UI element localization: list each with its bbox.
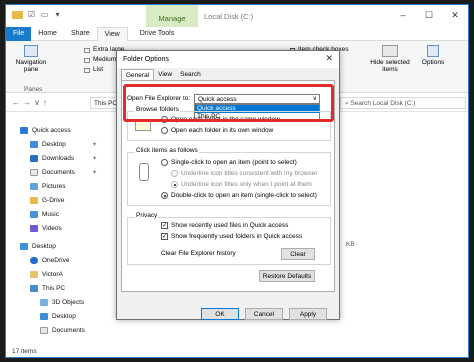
tab-home[interactable]: Home xyxy=(31,27,64,41)
cancel-button[interactable]: Cancel xyxy=(245,308,283,320)
nav-documents[interactable]: Documents xyxy=(30,169,75,176)
tab-file[interactable]: File xyxy=(6,27,32,41)
user-icon xyxy=(30,271,38,278)
document-icon xyxy=(40,327,48,334)
star-icon xyxy=(20,127,28,134)
quick-access-toolbar: ☑ ▭ ▾ xyxy=(12,10,62,19)
nav-videos[interactable]: Videos xyxy=(30,225,62,232)
privacy-label: Privacy xyxy=(135,212,159,219)
navigation-pane-icon xyxy=(24,45,38,57)
checkbox-icon: ✓ xyxy=(161,233,168,240)
nav-3d-objects[interactable]: 3D Objects xyxy=(40,299,84,306)
clear-button[interactable]: Clear xyxy=(281,248,315,260)
nav-pictures[interactable]: Pictures xyxy=(30,183,65,190)
hide-selected-items-button[interactable]: Hide selected items xyxy=(368,45,412,73)
nav-quick-access[interactable]: Quick access xyxy=(20,127,71,134)
navigation-pane-button[interactable]: Navigation pane xyxy=(14,45,48,73)
music-icon xyxy=(30,211,38,218)
navigation-pane: Quick access Desktop ✦ Downloads ✦ Docum… xyxy=(6,115,121,343)
ok-button[interactable]: OK xyxy=(201,308,239,320)
tab-view[interactable]: View xyxy=(96,27,128,41)
nav-desktop[interactable]: Desktop xyxy=(30,141,66,148)
cube-icon xyxy=(40,299,48,306)
desktop-icon xyxy=(30,141,38,148)
hide-icon xyxy=(382,45,398,57)
cursor-icon xyxy=(139,163,149,181)
nav-downloads[interactable]: Downloads xyxy=(30,155,74,162)
pictures-icon xyxy=(30,183,38,190)
ribbon-tabs: File Home Share View Drive Tools xyxy=(6,27,468,41)
nav-this-pc[interactable]: This PC xyxy=(30,285,65,292)
layout-icon xyxy=(84,47,90,53)
radio-icon xyxy=(161,192,168,199)
folder-icon xyxy=(30,197,38,204)
status-bar-count: 17 items xyxy=(12,348,37,355)
tab-share[interactable]: Share xyxy=(64,27,97,41)
desktop-icon xyxy=(40,313,48,320)
close-icon[interactable]: ✕ xyxy=(442,5,468,25)
download-icon xyxy=(30,155,38,162)
radio-icon xyxy=(161,127,168,134)
underline-point-option[interactable]: Underline icon titles only when I point … xyxy=(171,181,312,188)
close-icon[interactable]: ✕ xyxy=(325,53,333,64)
computer-icon xyxy=(30,285,38,292)
window-controls: – ☐ ✕ xyxy=(390,5,468,25)
frequent-folders-checkbox[interactable]: ✓ Show frequently used folders in Quick a… xyxy=(161,233,302,240)
radio-icon xyxy=(171,170,178,177)
double-click-option[interactable]: Double-click to open an item (single-cli… xyxy=(161,192,317,199)
maximize-icon[interactable]: ☐ xyxy=(416,5,442,25)
nav-desktop-pc[interactable]: Desktop xyxy=(40,313,76,320)
nav-music[interactable]: Music xyxy=(30,211,59,218)
window-title: Local Disk (C:) xyxy=(204,12,254,21)
nav-g-drive[interactable]: G-Drive xyxy=(30,197,64,204)
radio-icon xyxy=(161,159,168,166)
desktop-icon xyxy=(20,243,28,250)
document-icon xyxy=(30,169,38,176)
options-button[interactable]: Options xyxy=(418,45,448,66)
single-click-option[interactable]: Single-click to open an item (point to s… xyxy=(161,159,297,166)
dialog-title: Folder Options xyxy=(117,51,339,68)
radio-icon xyxy=(171,181,178,188)
layout-icon xyxy=(84,67,90,73)
manage-tab[interactable]: Manage xyxy=(146,5,198,27)
video-icon xyxy=(30,225,38,232)
pin-icon: ✦ xyxy=(92,156,98,162)
properties-icon[interactable]: ☑ xyxy=(27,10,36,19)
cloud-icon xyxy=(30,257,38,264)
pin-icon: ✦ xyxy=(92,142,98,148)
panes-group-label: Panes xyxy=(24,86,43,93)
nav-documents-pc[interactable]: Documents xyxy=(40,327,85,334)
nav-user[interactable]: VictorA xyxy=(30,271,63,278)
dropdown-icon[interactable]: ▾ xyxy=(53,10,62,19)
highlight-box xyxy=(123,84,334,122)
click-items-label: Click items as follows xyxy=(135,147,199,154)
open-own-window-option[interactable]: Open each folder in its own window xyxy=(161,127,273,134)
restore-defaults-button[interactable]: Restore Defaults xyxy=(259,270,315,282)
file-size-column: KB xyxy=(346,241,355,248)
nav-desktop-root[interactable]: Desktop xyxy=(20,243,56,250)
title-bar: ☑ ▭ ▾ Manage Local Disk (C:) – ☐ ✕ xyxy=(6,5,468,27)
apply-button[interactable]: Apply xyxy=(289,308,327,320)
search-input[interactable]: ⌕ Search Local Disk (C:) xyxy=(340,97,466,109)
new-folder-icon[interactable]: ▭ xyxy=(40,10,49,19)
recent-files-checkbox[interactable]: ✓ Show recently used files in Quick acces… xyxy=(161,222,288,229)
tab-drive-tools[interactable]: Drive Tools xyxy=(128,27,182,41)
minimize-icon[interactable]: – xyxy=(390,5,416,25)
pin-icon: ✦ xyxy=(92,170,98,176)
folder-icon xyxy=(12,10,23,19)
underline-browser-option[interactable]: Underline icon titles consistent with my… xyxy=(171,170,318,177)
options-icon xyxy=(427,45,439,57)
checkbox-icon: ✓ xyxy=(161,222,168,229)
clear-history-label: Clear File Explorer history xyxy=(161,250,236,257)
layout-icon xyxy=(84,57,90,63)
nav-arrows[interactable]: ←→∨↑ xyxy=(12,98,50,107)
nav-onedrive[interactable]: OneDrive xyxy=(30,257,69,264)
